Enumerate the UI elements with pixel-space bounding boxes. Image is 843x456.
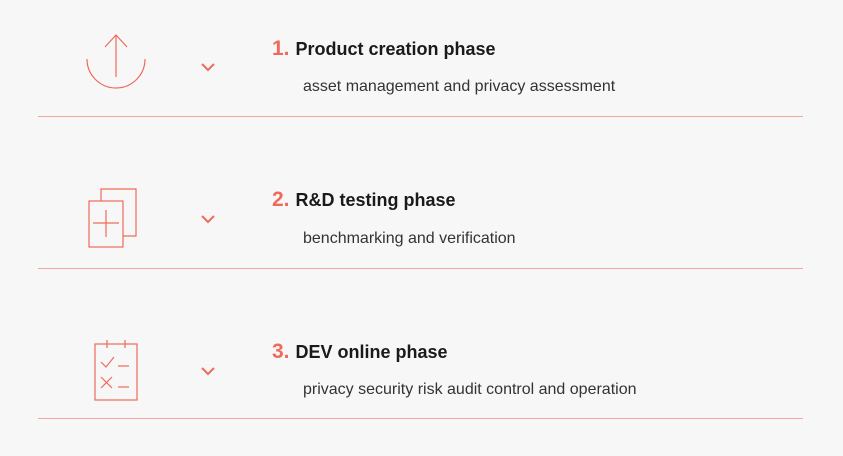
phase-title: 3. DEV online phase <box>272 340 448 364</box>
phase-item-product-creation: 1. Product creation phase asset managemen… <box>0 0 843 152</box>
chevron-down-icon[interactable] <box>199 365 217 377</box>
chevron-down-icon[interactable] <box>199 61 217 73</box>
phase-title-text: Product creation phase <box>295 39 496 59</box>
phase-item-dev-online: 3. DEV online phase privacy security risk… <box>0 304 843 456</box>
phase-number: 2. <box>272 188 290 211</box>
phase-title-text: R&D testing phase <box>295 190 456 210</box>
phase-item-rd-testing: 2. R&D testing phase benchmarking and ver… <box>0 152 843 304</box>
upload-arrow-icon <box>78 22 154 98</box>
chevron-down-icon[interactable] <box>199 213 217 225</box>
phase-title: 1. Product creation phase <box>272 37 496 61</box>
divider <box>38 116 803 117</box>
phase-number: 3. <box>272 340 290 363</box>
checklist-icon <box>78 334 154 410</box>
divider <box>38 418 803 419</box>
phase-number: 1. <box>272 37 290 60</box>
divider <box>38 268 803 269</box>
phase-title: 2. R&D testing phase <box>272 188 456 212</box>
phase-description: benchmarking and verification <box>303 230 516 247</box>
add-document-icon <box>78 178 154 254</box>
phase-description: privacy security risk audit control and … <box>303 381 637 398</box>
phase-title-text: DEV online phase <box>295 342 448 362</box>
phase-description: asset management and privacy assessment <box>303 78 616 95</box>
